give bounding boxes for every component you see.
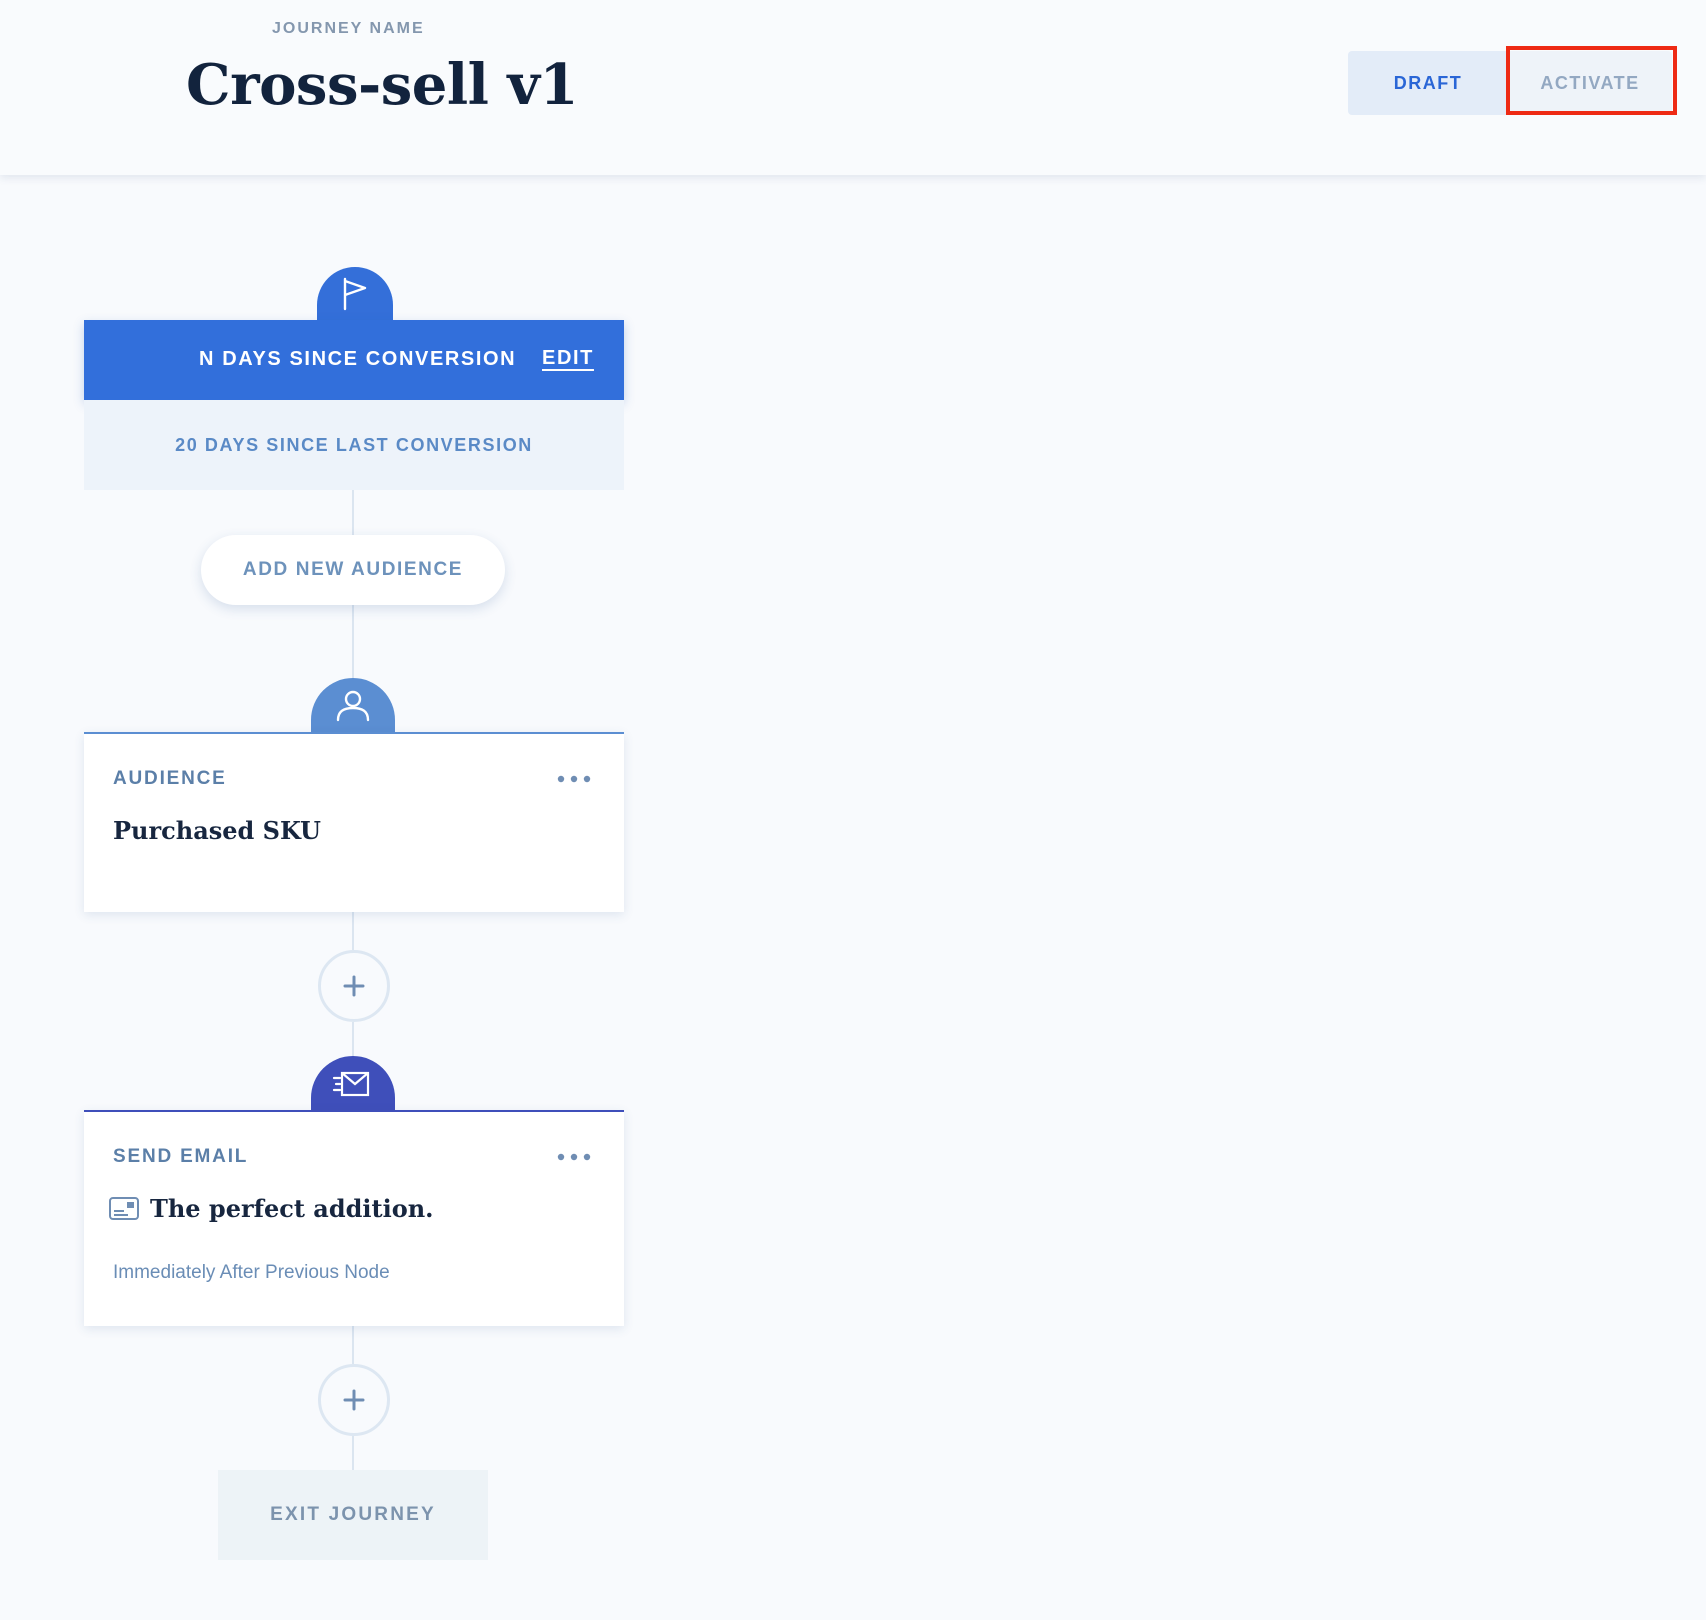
flag-icon (343, 277, 367, 311)
audience-node-card[interactable]: AUDIENCE Purchased SKU (84, 732, 624, 912)
email-node-cap (311, 1056, 395, 1112)
trigger-node-cap (317, 267, 393, 321)
trigger-detail: 20 DAYS SINCE LAST CONVERSION (84, 400, 624, 490)
more-options-icon[interactable] (556, 1150, 592, 1164)
connector-line (352, 1022, 354, 1056)
journey-header: JOURNEY NAME Cross-sell v1 DRAFT ACTIVAT… (0, 0, 1706, 175)
trigger-title: N DAYS SINCE CONVERSION (199, 348, 517, 370)
audience-node-cap (311, 678, 395, 734)
audience-type-label: AUDIENCE (113, 768, 227, 789)
send-email-node-card[interactable]: SEND EMAIL The perfect addition. Immedia… (84, 1110, 624, 1326)
plus-icon (343, 1389, 365, 1411)
send-email-icon (332, 1071, 370, 1097)
add-new-audience-button[interactable]: ADD NEW AUDIENCE (201, 535, 505, 605)
connector-line (352, 1326, 354, 1364)
email-timing: Immediately After Previous Node (113, 1262, 390, 1283)
journey-name-label: JOURNEY NAME (272, 20, 425, 37)
plus-icon (343, 975, 365, 997)
email-template-icon (109, 1197, 139, 1220)
activate-button[interactable]: ACTIVATE (1508, 51, 1672, 115)
email-subject-title: The perfect addition. (150, 1194, 434, 1223)
connector-line (352, 912, 354, 950)
send-email-type-label: SEND EMAIL (113, 1146, 249, 1167)
exit-journey-node: EXIT JOURNEY (218, 1470, 488, 1560)
trigger-node[interactable]: N DAYS SINCE CONVERSION EDIT (84, 320, 624, 400)
add-node-button[interactable] (318, 950, 390, 1022)
trigger-edit-link[interactable]: EDIT (542, 347, 594, 370)
more-options-icon[interactable] (556, 772, 592, 786)
connector-line (352, 605, 354, 678)
journey-title[interactable]: Cross-sell v1 (186, 52, 578, 118)
user-icon (336, 690, 370, 722)
add-node-button[interactable] (318, 1364, 390, 1436)
connector-line (352, 490, 354, 535)
audience-title: Purchased SKU (113, 816, 321, 845)
connector-line (352, 1436, 354, 1470)
draft-button[interactable]: DRAFT (1348, 51, 1508, 115)
